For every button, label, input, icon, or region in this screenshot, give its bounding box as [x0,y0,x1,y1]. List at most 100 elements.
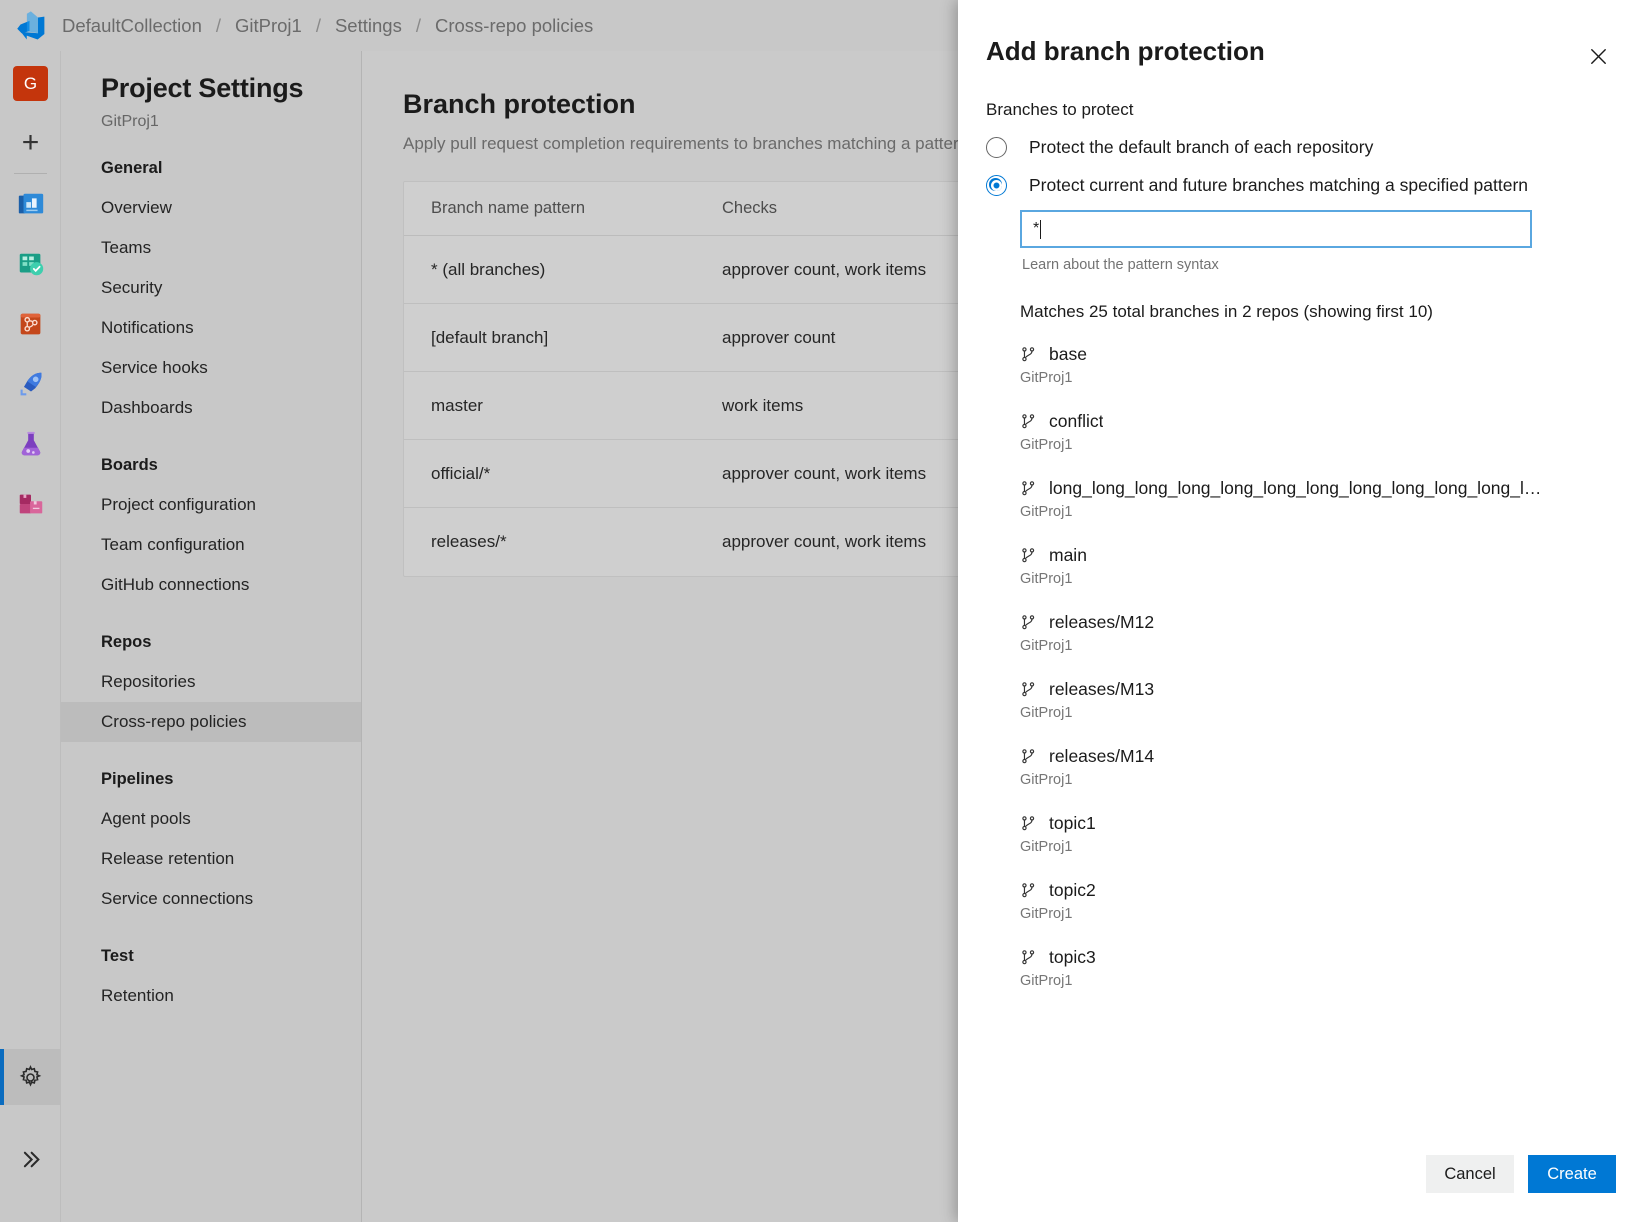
project-settings-icon[interactable] [0,1049,61,1105]
nav-group-general: General [101,159,361,178]
sidebar-item-team-configuration[interactable]: Team configuration [61,525,361,565]
git-branch-icon [1020,346,1040,363]
radio-label: Protect the default branch of each repos… [1029,137,1373,158]
branch-repo: GitProj1 [1020,638,1616,654]
branch-repo: GitProj1 [1020,504,1616,520]
rail-divider [14,173,47,174]
breadcrumb-item-collection[interactable]: DefaultCollection [62,15,202,37]
sidebar-item-github-connections[interactable]: GitHub connections [61,565,361,605]
breadcrumb-item-current[interactable]: Cross-repo policies [435,15,593,37]
git-branch-icon [1020,547,1040,564]
nav-group-repos: Repos [101,633,361,652]
cell-pattern: releases/* [404,532,722,552]
branch-name: base [1049,344,1087,365]
add-branch-protection-panel: Add branch protection Branches to protec… [958,0,1644,1222]
sidebar-item-cross-repo-policies[interactable]: Cross-repo policies [61,702,361,742]
dialog-body: Branches to protect Protect the default … [958,86,1644,1126]
breadcrumb-separator: / [402,15,435,37]
branch-pattern-value: * [1033,220,1039,238]
sidebar-project-name: GitProj1 [101,113,361,131]
nav-group-test: Test [101,947,361,966]
list-item: conflict GitProj1 [1020,411,1644,453]
matched-branch-list: base GitProj1 conflict Git [958,344,1644,989]
close-icon[interactable] [1580,38,1616,74]
branch-name: main [1049,545,1087,566]
cell-pattern: official/* [404,464,722,484]
radio-icon[interactable] [986,137,1007,158]
list-item: releases/M14 GitProj1 [1020,746,1644,788]
branch-repo: GitProj1 [1020,571,1616,587]
create-new-icon[interactable]: + [13,125,48,160]
breadcrumb-item-project[interactable]: GitProj1 [235,15,302,37]
artifacts-icon[interactable] [13,486,49,522]
branch-pattern-input[interactable]: * [1020,210,1532,248]
branch-repo: GitProj1 [1020,772,1616,788]
sidebar-item-release-retention[interactable]: Release retention [61,839,361,879]
breadcrumb-separator: / [202,15,235,37]
nav-group-boards: Boards [101,456,361,475]
sidebar-item-agent-pools[interactable]: Agent pools [61,799,361,839]
list-item: releases/M13 GitProj1 [1020,679,1644,721]
branch-name: long_long_long_long_long_long_long_long_… [1049,478,1549,499]
list-item: long_long_long_long_long_long_long_long_… [1020,478,1644,520]
list-item: topic1 GitProj1 [1020,813,1644,855]
dialog-title: Add branch protection [986,36,1265,67]
sidebar-item-service-connections[interactable]: Service connections [61,879,361,919]
test-plans-icon[interactable] [13,426,49,462]
sidebar-item-repositories[interactable]: Repositories [61,662,361,702]
sidebar-item-teams[interactable]: Teams [61,228,361,268]
sidebar-item-dashboards[interactable]: Dashboards [61,388,361,428]
project-avatar[interactable]: G [13,66,48,101]
pipelines-icon[interactable] [13,366,49,402]
radio-protect-pattern[interactable]: Protect current and future branches matc… [986,175,1644,196]
boards-icon[interactable] [13,246,49,282]
sidebar-item-security[interactable]: Security [61,268,361,308]
column-header-pattern: Branch name pattern [404,199,722,218]
git-branch-icon [1020,815,1040,832]
branch-repo: GitProj1 [1020,839,1616,855]
branch-repo: GitProj1 [1020,437,1616,453]
radio-label: Protect current and future branches matc… [1029,175,1528,196]
cell-pattern: master [404,396,722,416]
sidebar-item-overview[interactable]: Overview [61,188,361,228]
sidebar-item-notifications[interactable]: Notifications [61,308,361,348]
git-branch-icon [1020,413,1040,430]
list-item: releases/M12 GitProj1 [1020,612,1644,654]
branch-repo: GitProj1 [1020,973,1616,989]
create-button[interactable]: Create [1528,1155,1616,1193]
azure-devops-logo-icon[interactable] [0,0,62,51]
cell-pattern: [default branch] [404,328,722,348]
page-title: Project Settings [101,73,361,104]
sidebar-item-project-configuration[interactable]: Project configuration [61,485,361,525]
branch-repo: GitProj1 [1020,906,1616,922]
repos-icon[interactable] [13,306,49,342]
left-icon-rail: G + [0,51,61,1222]
branch-name: releases/M13 [1049,679,1154,700]
matches-summary: Matches 25 total branches in 2 repos (sh… [1020,302,1644,322]
git-branch-icon [1020,614,1040,631]
breadcrumb-item-settings[interactable]: Settings [335,15,402,37]
git-branch-icon [1020,681,1040,698]
sidebar-item-service-hooks[interactable]: Service hooks [61,348,361,388]
sidebar-item-retention[interactable]: Retention [61,976,361,1016]
branch-name: releases/M14 [1049,746,1154,767]
expand-sidebar-icon[interactable] [0,1131,61,1187]
pattern-syntax-link[interactable]: Learn about the pattern syntax [1022,257,1644,273]
list-item: topic3 GitProj1 [1020,947,1644,989]
radio-icon-selected[interactable] [986,175,1007,196]
branch-repo: GitProj1 [1020,370,1616,386]
breadcrumb-separator: / [302,15,335,37]
list-item: topic2 GitProj1 [1020,880,1644,922]
cell-pattern: * (all branches) [404,260,722,280]
git-branch-icon [1020,882,1040,899]
git-branch-icon [1020,748,1040,765]
breadcrumb: DefaultCollection / GitProj1 / Settings … [62,15,593,37]
git-branch-icon [1020,949,1040,966]
git-branch-icon [1020,480,1040,497]
overview-icon[interactable] [13,186,49,222]
branch-name: releases/M12 [1049,612,1154,633]
cancel-button[interactable]: Cancel [1426,1155,1514,1193]
branch-name: topic2 [1049,880,1096,901]
radio-protect-default-branch[interactable]: Protect the default branch of each repos… [986,137,1644,158]
text-caret [1040,220,1041,239]
